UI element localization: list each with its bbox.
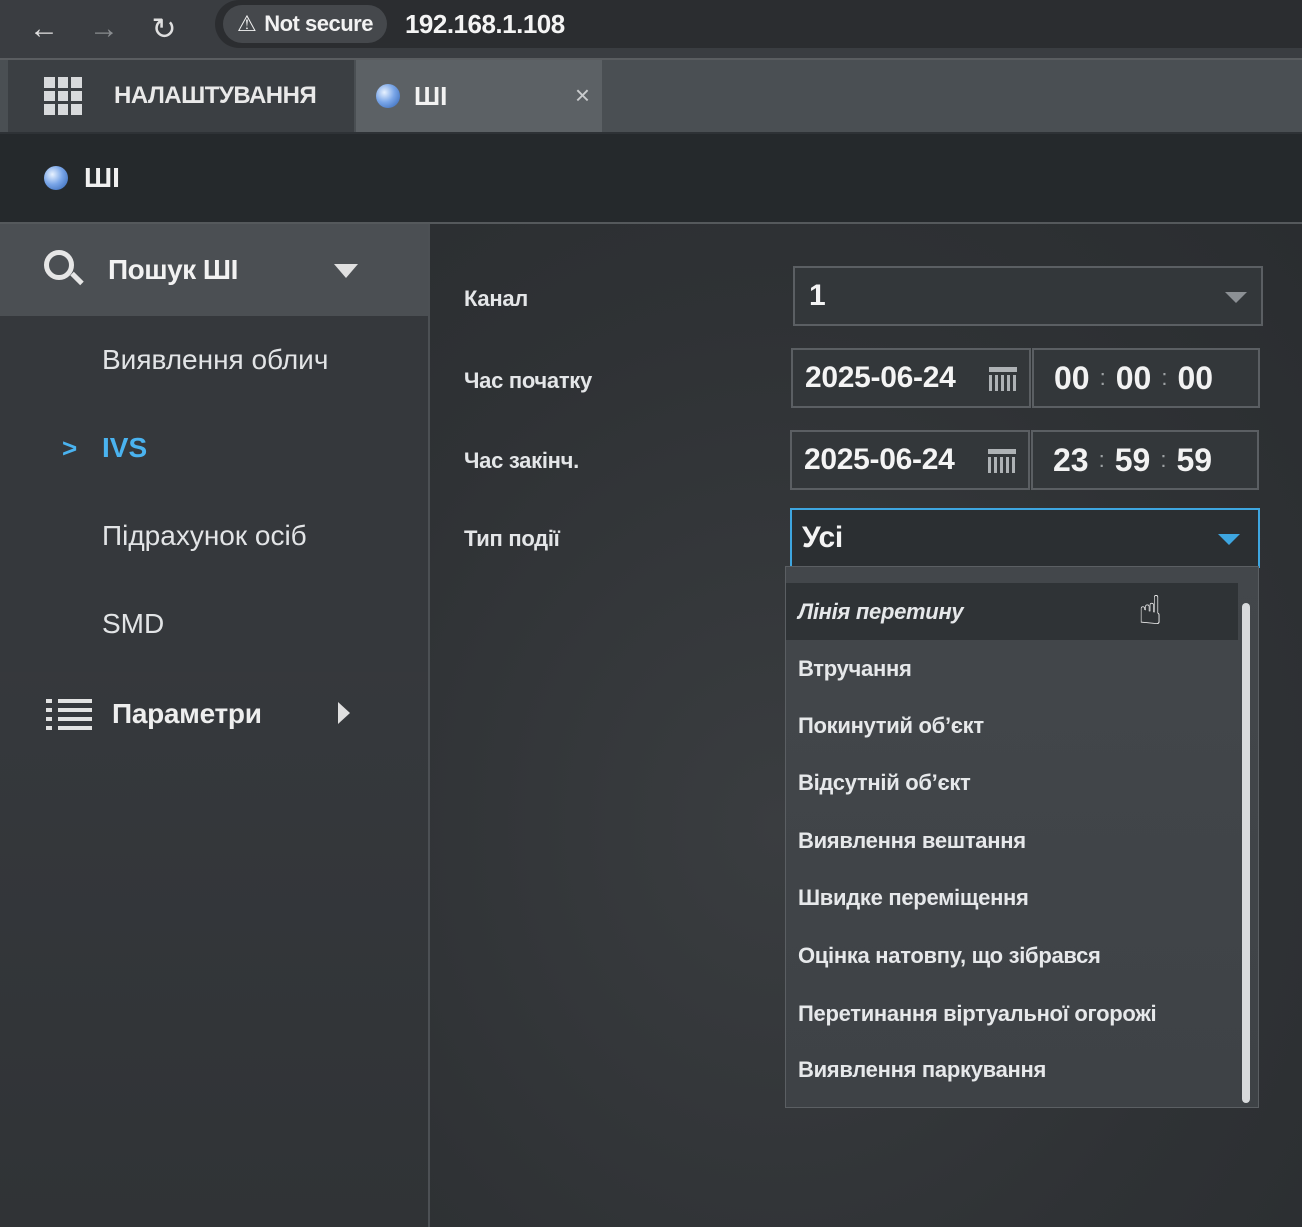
calendar-icon[interactable]	[988, 449, 1016, 473]
sidebar-item-label: SMD	[102, 608, 165, 639]
tab-ai[interactable]: ШІ ×	[356, 60, 602, 132]
dropdown-option-label: Лінія перетину	[798, 598, 964, 624]
page-header: ШІ	[0, 134, 1302, 224]
channel-value: 1	[809, 279, 826, 312]
start-hour[interactable]: 00	[1054, 360, 1090, 397]
sidebar-item-label: Виявлення облич	[102, 344, 329, 375]
time-separator: :	[1098, 447, 1105, 472]
dropdown-option-label: Виявлення вештання	[798, 827, 1026, 853]
hand-cursor-icon: ☝	[1138, 589, 1163, 633]
app-tabstrip: НАЛАШТУВАННЯ ШІ ×	[0, 60, 1302, 132]
end-second[interactable]: 59	[1176, 442, 1212, 479]
end-time-label: Час закінч.	[464, 448, 579, 473]
browser-toolbar: ← → ↻ ⚠ Not secure 192.168.1.108	[0, 0, 1302, 60]
forward-arrow-icon[interactable]: →	[74, 12, 134, 46]
sidebar-item-label: Параметри	[112, 698, 262, 729]
sidebar-item-people-counting[interactable]: Підрахунок осіб	[0, 492, 428, 580]
dropdown-option[interactable]: Виявлення вештання	[786, 812, 1238, 869]
chevron-down-icon	[334, 264, 358, 278]
back-arrow-icon[interactable]: ←	[14, 12, 74, 46]
tab-ai-label: ШІ	[414, 80, 448, 111]
sidebar-item-parameters[interactable]: Параметри	[0, 672, 428, 756]
close-icon[interactable]: ×	[575, 80, 590, 111]
dropdown-option[interactable]: Відсутній об’єкт	[786, 754, 1238, 811]
dropdown-option[interactable]: Втручання	[786, 640, 1238, 697]
event-type-label: Тип події	[464, 526, 560, 551]
time-separator: :	[1160, 447, 1167, 472]
start-time-field[interactable]: 00 : 00 : 00	[1032, 348, 1260, 408]
security-indicator[interactable]: ⚠ Not secure	[223, 5, 387, 43]
dropdown-option-label: Покинутий об’єкт	[798, 712, 984, 738]
chevron-down-icon	[1225, 292, 1247, 303]
chevron-right-icon	[338, 702, 350, 724]
chevron-right-icon: >	[62, 432, 78, 463]
dropdown-option[interactable]: Лінія перетину	[786, 583, 1238, 640]
end-minute[interactable]: 59	[1115, 442, 1151, 479]
time-separator: :	[1099, 365, 1106, 390]
tab-settings[interactable]: НАЛАШТУВАННЯ	[8, 60, 354, 132]
warning-icon: ⚠	[237, 11, 257, 36]
start-time-label: Час початку	[464, 368, 592, 393]
reload-icon[interactable]: ↻	[134, 12, 194, 47]
end-hour[interactable]: 23	[1053, 442, 1089, 479]
event-type-value: Усі	[802, 521, 843, 554]
event-type-select[interactable]: Усі	[790, 508, 1260, 568]
dropdown-option-label: Відсутній об’єкт	[798, 769, 971, 795]
event-type-dropdown[interactable]: Лінія перетину Втручання Покинутий об’єк…	[785, 566, 1259, 1108]
sidebar-item-smd[interactable]: SMD	[0, 580, 428, 668]
end-date-field[interactable]: 2025-06-24	[790, 430, 1030, 490]
security-label: Not secure	[264, 11, 373, 36]
sidebar-item-label: Підрахунок осіб	[102, 520, 307, 551]
start-minute[interactable]: 00	[1116, 360, 1152, 397]
end-time-field[interactable]: 23 : 59 : 59	[1031, 430, 1259, 490]
grid-icon	[44, 77, 82, 115]
dropdown-option[interactable]: Покинутий об’єкт	[786, 697, 1238, 754]
channel-label: Канал	[464, 286, 528, 311]
dropdown-option[interactable]: Виявлення паркування	[786, 1041, 1238, 1098]
dropdown-option[interactable]: Швидке переміщення	[786, 869, 1238, 926]
url-text[interactable]: 192.168.1.108	[405, 9, 565, 40]
dropdown-option[interactable]: Оцінка натовпу, що зібрався	[786, 927, 1238, 984]
search-icon	[44, 250, 84, 290]
globe-icon	[44, 166, 68, 190]
sidebar-item-ivs[interactable]: > IVS	[0, 404, 428, 492]
start-second[interactable]: 00	[1177, 360, 1213, 397]
dropdown-option-label: Втручання	[798, 655, 912, 681]
dropdown-option-label: Оцінка натовпу, що зібрався	[798, 942, 1101, 968]
list-icon	[46, 697, 92, 731]
sidebar-item-label: IVS	[102, 432, 148, 463]
main-panel: Канал 1 Час початку 2025-06-24 00 : 00 :…	[430, 224, 1302, 1227]
calendar-icon[interactable]	[989, 367, 1017, 391]
sidebar-submenu: Виявлення облич > IVS Підрахунок осіб SM…	[0, 316, 428, 672]
start-date-value: 2025-06-24	[805, 361, 956, 394]
page-title: ШІ	[84, 162, 120, 193]
sidebar: Пошук ШІ Виявлення облич > IVS Підрахуно…	[0, 224, 430, 1227]
dropdown-option[interactable]: Перетинання віртуальної огорожі	[786, 985, 1238, 1042]
dropdown-option-label: Перетинання віртуальної огорожі	[798, 1000, 1157, 1026]
sidebar-section-ai-search[interactable]: Пошук ШІ	[0, 224, 428, 316]
dropdown-scrollbar[interactable]	[1242, 603, 1250, 1103]
address-bar[interactable]: ⚠ Not secure 192.168.1.108	[215, 0, 1302, 48]
time-separator: :	[1161, 365, 1168, 390]
end-date-value: 2025-06-24	[804, 443, 955, 476]
chevron-down-icon	[1218, 534, 1240, 545]
dropdown-option-label: Виявлення паркування	[798, 1056, 1047, 1082]
channel-select[interactable]: 1	[793, 266, 1263, 326]
tab-settings-label: НАЛАШТУВАННЯ	[114, 82, 317, 109]
start-date-field[interactable]: 2025-06-24	[791, 348, 1031, 408]
sidebar-section-label: Пошук ШІ	[108, 254, 238, 285]
dropdown-option-label: Швидке переміщення	[798, 884, 1029, 910]
globe-icon	[376, 84, 400, 108]
sidebar-item-face-detection[interactable]: Виявлення облич	[0, 316, 428, 404]
